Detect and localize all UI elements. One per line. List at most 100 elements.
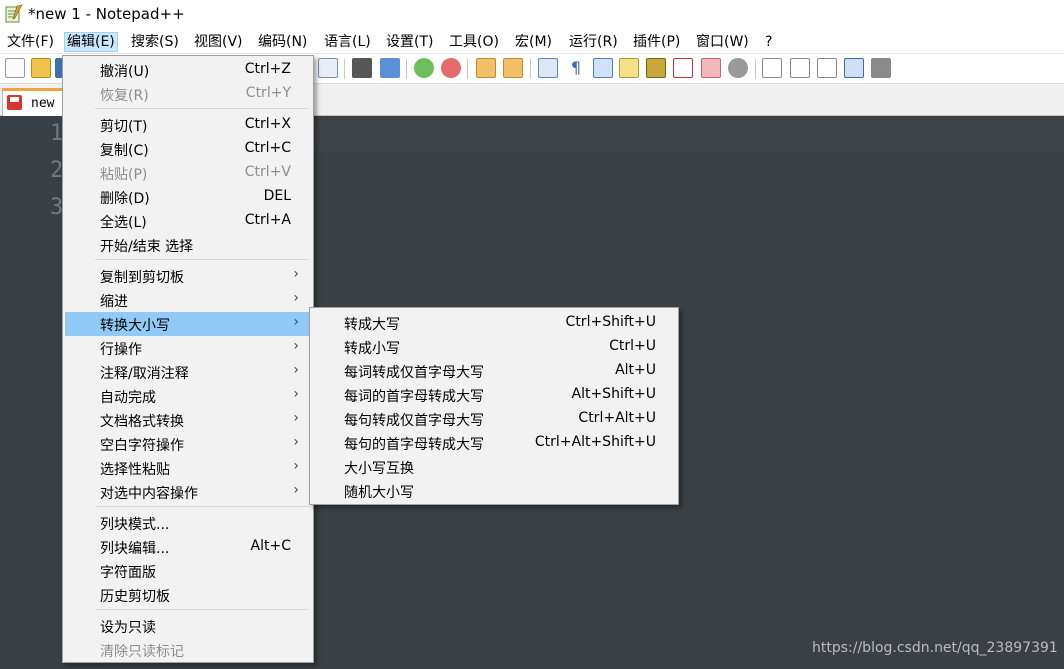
zoom-out-icon[interactable] — [441, 58, 461, 78]
menu-item-label: 删除(D) — [100, 191, 150, 207]
menu-item-label: 转换大小写 — [100, 318, 170, 334]
sync-horizontal-icon[interactable] — [503, 58, 523, 78]
menu-item-shortcut: Ctrl+Shift+U — [565, 314, 656, 330]
watermark-text: https://blog.csdn.net/qq_23897391 — [812, 640, 1058, 656]
menu-separator — [95, 506, 309, 507]
menu-item-label: 自动完成 — [100, 390, 156, 406]
run-multiple-macro-icon[interactable] — [844, 58, 864, 78]
menu-item-column-editor[interactable]: 列块编辑... Alt+C — [65, 535, 311, 559]
menu-item-blank-operations[interactable]: 空白字符操作 › — [65, 432, 311, 456]
menu-search[interactable]: 搜索(S) — [129, 32, 181, 52]
toolbar-separator — [530, 59, 531, 79]
new-file-icon[interactable] — [5, 58, 25, 78]
menu-item-character-panel[interactable]: 字符面版 — [65, 559, 311, 583]
menu-item-label: 注释/取消注释 — [100, 366, 189, 382]
menu-item-shortcut: Ctrl+Z — [244, 61, 291, 77]
menu-item-label: 复制到剪切板 — [100, 270, 184, 286]
menu-item-shortcut: Ctrl+A — [244, 212, 291, 228]
open-file-icon[interactable] — [31, 58, 51, 78]
toolbar-separator — [344, 59, 345, 79]
menu-item-copy-to-clipboard[interactable]: 复制到剪切板 › — [65, 264, 311, 288]
menu-item-convert-case[interactable]: 转换大小写 › — [65, 312, 311, 336]
zoom-in-icon[interactable] — [414, 58, 434, 78]
menu-view[interactable]: 视图(V) — [192, 32, 245, 52]
menu-tools[interactable]: 工具(O) — [447, 32, 501, 52]
menu-item-label: 开始/结束 选择 — [100, 239, 194, 255]
save-macro-icon[interactable] — [871, 58, 891, 78]
submenu-arrow-icon: › — [293, 338, 299, 354]
menu-item-copy[interactable]: 复制(C) Ctrl+C — [65, 137, 311, 161]
folder-workspace-icon[interactable] — [701, 58, 721, 78]
menu-item-begin-end-select[interactable]: 开始/结束 选择 — [65, 233, 311, 257]
menu-item-paste[interactable]: 粘贴(P) Ctrl+V — [65, 161, 311, 185]
menu-item-shortcut: Ctrl+X — [244, 116, 291, 132]
menu-item-shortcut: Alt+C — [250, 538, 291, 554]
toolbar-separator — [755, 59, 756, 79]
menu-plugins[interactable]: 插件(P) — [631, 32, 682, 52]
record-macro-icon[interactable] — [762, 58, 782, 78]
stop-macro-icon[interactable] — [790, 58, 810, 78]
menu-help[interactable]: ? — [763, 32, 774, 52]
menu-item-invert-case[interactable]: 大小写互换 — [312, 455, 676, 479]
menu-item-label: 历史剪切板 — [100, 589, 170, 605]
menu-item-delete[interactable]: 删除(D) DEL — [65, 185, 311, 209]
toolbar-separator — [406, 59, 407, 79]
menu-item-proper-case-blend[interactable]: 每词的首字母转成大写 Alt+Shift+U — [312, 383, 676, 407]
menu-item-cut[interactable]: 剪切(T) Ctrl+X — [65, 113, 311, 137]
menu-item-clipboard-history[interactable]: 历史剪切板 — [65, 583, 311, 607]
menu-window[interactable]: 窗口(W) — [694, 32, 751, 52]
menu-item-shortcut: Ctrl+Alt+Shift+U — [534, 434, 656, 450]
menu-run[interactable]: 运行(R) — [567, 32, 620, 52]
tab-label: new — [31, 96, 55, 111]
menu-item-label: 每句的首字母转成大写 — [344, 437, 484, 453]
show-all-chars-icon[interactable]: ¶ — [566, 58, 586, 78]
menu-item-eol-conversion[interactable]: 文档格式转换 › — [65, 408, 311, 432]
menu-item-label: 转成大写 — [344, 317, 400, 333]
submenu-arrow-icon: › — [293, 482, 299, 498]
monitoring-icon[interactable] — [728, 58, 748, 78]
unsaved-file-icon — [7, 95, 22, 110]
user-defined-lang-icon[interactable] — [619, 58, 639, 78]
menu-item-on-selection[interactable]: 对选中内容操作 › — [65, 480, 311, 504]
menu-settings[interactable]: 设置(T) — [384, 32, 435, 52]
menu-item-label: 清除只读标记 — [100, 644, 184, 660]
play-macro-icon[interactable] — [817, 58, 837, 78]
sync-vertical-icon[interactable] — [476, 58, 496, 78]
find-icon[interactable] — [352, 58, 372, 78]
menu-item-uppercase[interactable]: 转成大写 Ctrl+Shift+U — [312, 311, 676, 335]
menu-item-indent[interactable]: 缩进 › — [65, 288, 311, 312]
edit-menu: 撤消(U) Ctrl+Z 恢复(R) Ctrl+Y 剪切(T) Ctrl+X 复… — [62, 55, 314, 663]
menu-item-proper-case-force[interactable]: 每词转成仅首字母大写 Alt+U — [312, 359, 676, 383]
menu-item-lowercase[interactable]: 转成小写 Ctrl+U — [312, 335, 676, 359]
menu-item-clear-readonly[interactable]: 清除只读标记 — [65, 638, 311, 662]
menu-item-label: 撤消(U) — [100, 64, 150, 80]
menu-macro[interactable]: 宏(M) — [513, 32, 554, 52]
menu-item-label: 复制(C) — [100, 143, 149, 159]
word-wrap-icon[interactable] — [538, 58, 558, 78]
menu-file[interactable]: 文件(F) — [5, 32, 56, 52]
menu-item-paste-special[interactable]: 选择性粘贴 › — [65, 456, 311, 480]
menu-edit[interactable]: 编辑(E) — [64, 32, 118, 52]
menu-item-column-mode[interactable]: 列块模式... — [65, 511, 311, 535]
menu-item-comment[interactable]: 注释/取消注释 › — [65, 360, 311, 384]
submenu-arrow-icon: › — [293, 386, 299, 402]
menu-item-line-operations[interactable]: 行操作 › — [65, 336, 311, 360]
menu-language[interactable]: 语言(L) — [322, 32, 373, 52]
menu-item-redo[interactable]: 恢复(R) Ctrl+Y — [65, 82, 311, 106]
menu-separator — [95, 108, 309, 109]
menu-item-undo[interactable]: 撤消(U) Ctrl+Z — [65, 58, 311, 82]
menu-item-random-case[interactable]: 随机大小写 — [312, 479, 676, 503]
menu-item-auto-complete[interactable]: 自动完成 › — [65, 384, 311, 408]
indent-guide-icon[interactable] — [593, 58, 613, 78]
menu-item-label: 对选中内容操作 — [100, 486, 198, 502]
menu-item-select-all[interactable]: 全选(L) Ctrl+A — [65, 209, 311, 233]
menu-item-sentence-case-force[interactable]: 每句转成仅首字母大写 Ctrl+Alt+U — [312, 407, 676, 431]
doc-map-icon[interactable] — [646, 58, 666, 78]
redo-icon[interactable] — [318, 58, 338, 78]
menu-item-set-readonly[interactable]: 设为只读 — [65, 614, 311, 638]
menu-encoding[interactable]: 编码(N) — [256, 32, 309, 52]
menu-item-sentence-case-blend[interactable]: 每句的首字母转成大写 Ctrl+Alt+Shift+U — [312, 431, 676, 455]
function-list-icon[interactable] — [673, 58, 693, 78]
menu-item-shortcut: DEL — [263, 188, 291, 204]
replace-icon[interactable] — [380, 58, 400, 78]
